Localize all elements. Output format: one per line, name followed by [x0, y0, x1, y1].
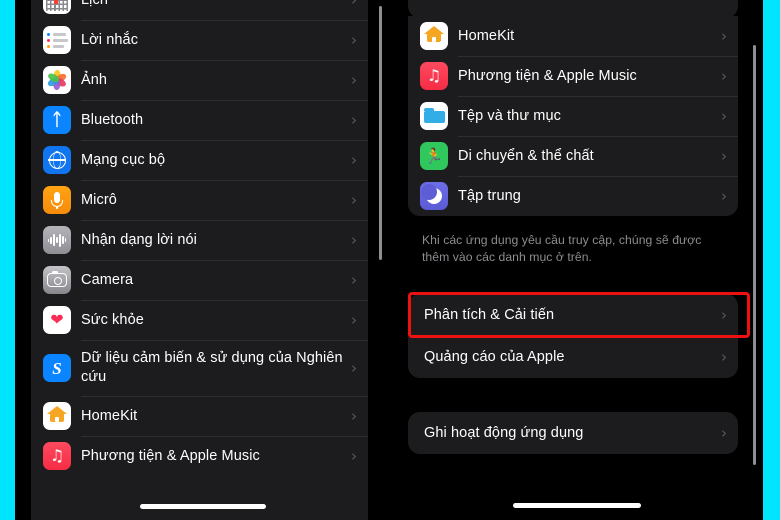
list-item-phuong-tien-apple-music[interactable]: ♫ Phương tiện & Apple Music ›: [408, 56, 738, 96]
microphone-icon: [43, 186, 71, 214]
camera-icon: [43, 266, 71, 294]
row-label: Dữ liệu cảm biến & sử dụng của Nghiên cứ…: [81, 350, 343, 385]
row-label: Tệp và thư mục: [458, 107, 561, 124]
chevron-right-icon: ›: [351, 230, 357, 249]
list-item-di-chuyen-the-chat[interactable]: 🏃 Di chuyển & thể chất ›: [408, 136, 738, 176]
chevron-right-icon: ›: [351, 70, 357, 89]
sidebar-item-du-lieu-nghien-cuu[interactable]: S Dữ liệu cảm biến & sử dụng của Nghiên …: [31, 340, 368, 396]
chevron-right-icon: ›: [721, 106, 727, 125]
sidebar-item-anh[interactable]: Ảnh ›: [31, 60, 368, 100]
reminders-icon: [43, 26, 71, 54]
row-label: Di chuyển & thể chất: [458, 147, 594, 164]
chevron-right-icon: ›: [351, 270, 357, 289]
left-settings-card: Lịch › Lời nhắc ›: [31, 0, 368, 520]
row-label: Nhận dạng lời nói: [81, 231, 198, 248]
list-item-quang-cao-cua-apple[interactable]: Quảng cáo của Apple ›: [408, 336, 738, 378]
sidebar-item-nhan-dang-loi-noi[interactable]: Nhận dạng lời nói ›: [31, 220, 368, 260]
sidebar-item-suc-khoe[interactable]: ❤ Sức khỏe ›: [31, 300, 368, 340]
sidebar-item-nghien-cuu-clipped[interactable]: S Nghiên cứu ›: [408, 0, 738, 6]
left-settings-viewport[interactable]: Lịch › Lời nhắc ›: [15, 0, 390, 520]
chevron-right-icon: ›: [721, 305, 727, 324]
row-label: Phân tích & Cải tiến: [424, 306, 555, 323]
chevron-right-icon: ›: [351, 0, 357, 8]
right-phone-panel: S Nghiên cứu › HomeKit › ♫: [390, 0, 763, 520]
media-apple-music-icon: ♫: [43, 442, 71, 470]
row-label: Lời nhắc: [81, 31, 139, 48]
list-item-phan-tich-cai-tien[interactable]: Phân tích & Cải tiến ›: [408, 294, 738, 336]
sidebar-item-mang-cuc-bo[interactable]: Mạng cục bộ ›: [31, 140, 368, 180]
chevron-right-icon: ›: [721, 66, 727, 85]
chevron-right-icon: ›: [351, 406, 357, 425]
right-settings-viewport[interactable]: S Nghiên cứu › HomeKit › ♫: [390, 0, 763, 520]
row-label: Ảnh: [81, 71, 108, 88]
list-item-ghi-hoat-dong-ung-dung[interactable]: Ghi hoạt động ứng dụng ›: [408, 412, 738, 454]
row-label: Phương tiện & Apple Music: [458, 67, 637, 84]
row-label: Micrô: [81, 191, 117, 208]
chevron-right-icon: ›: [721, 146, 727, 165]
row-label: Ghi hoạt động ứng dụng: [424, 424, 584, 441]
home-indicator: [139, 504, 266, 509]
left-phone-panel: Lịch › Lời nhắc ›: [15, 0, 390, 520]
row-label: HomeKit: [81, 407, 138, 424]
chevron-right-icon: ›: [721, 347, 727, 366]
row-label: Bluetooth: [81, 111, 144, 128]
privacy-caption: Khi các ứng dụng yêu cầu truy cập, chúng…: [422, 233, 702, 264]
home-indicator: [512, 503, 641, 508]
health-icon: ❤: [43, 306, 71, 334]
chevron-right-icon: ›: [351, 150, 357, 169]
homekit-icon: [420, 22, 448, 50]
right-analytics-card: Phân tích & Cải tiến › Quảng cáo của App…: [408, 294, 738, 378]
files-folders-icon: [420, 102, 448, 130]
calendar-icon: [43, 0, 71, 14]
photos-icon: [43, 66, 71, 94]
bluetooth-icon: ᛏ: [43, 106, 71, 134]
chevron-right-icon: ›: [351, 310, 357, 329]
row-label: Quảng cáo của Apple: [424, 348, 565, 365]
chevron-right-icon: ›: [721, 26, 727, 45]
homekit-icon: [43, 402, 71, 430]
chevron-right-icon: ›: [351, 358, 357, 377]
chevron-right-icon: ›: [721, 423, 727, 442]
chevron-right-icon: ›: [721, 186, 727, 205]
row-label: Phương tiện & Apple Music: [81, 447, 260, 464]
right-applog-card: Ghi hoạt động ứng dụng ›: [408, 412, 738, 454]
list-item-tep-va-thu-muc[interactable]: Tệp và thư mục ›: [408, 96, 738, 136]
chevron-right-icon: ›: [351, 30, 357, 49]
row-label: Lịch: [81, 0, 351, 19]
row-label: Camera: [81, 271, 134, 288]
row-label: Mạng cục bộ: [81, 151, 166, 168]
local-network-icon: [43, 146, 71, 174]
row-label: Sức khỏe: [81, 311, 144, 328]
sidebar-item-camera[interactable]: Camera ›: [31, 260, 368, 300]
list-item-homekit[interactable]: HomeKit ›: [408, 16, 738, 56]
speech-recognition-icon: [43, 226, 71, 254]
row-label: HomeKit: [458, 27, 515, 44]
list-item-tap-trung[interactable]: Tập trung ›: [408, 176, 738, 216]
screenshot-stage: Lịch › Lời nhắc ›: [0, 0, 780, 520]
row-label: Tập trung: [458, 187, 521, 204]
right-apps-card: HomeKit › ♫ Phương tiện & Apple Music › …: [408, 16, 738, 216]
sidebar-item-phuong-tien-apple-music[interactable]: ♫ Phương tiện & Apple Music ›: [31, 436, 368, 476]
sidebar-item-loi-nhac[interactable]: Lời nhắc ›: [31, 20, 368, 60]
left-scrollbar[interactable]: [379, 6, 382, 260]
chevron-right-icon: ›: [351, 190, 357, 209]
chevron-right-icon: ›: [351, 110, 357, 129]
row-label: Nghiên cứu: [458, 0, 721, 5]
research-icon: S: [43, 354, 71, 382]
sidebar-item-lich[interactable]: Lịch ›: [31, 0, 368, 20]
sidebar-item-homekit[interactable]: HomeKit ›: [31, 396, 368, 436]
sidebar-item-bluetooth[interactable]: ᛏ Bluetooth ›: [31, 100, 368, 140]
chevron-right-icon: ›: [351, 446, 357, 465]
media-apple-music-icon: ♫: [420, 62, 448, 90]
right-scrollbar[interactable]: [753, 45, 756, 465]
sidebar-item-micro[interactable]: Micrô ›: [31, 180, 368, 220]
motion-fitness-icon: 🏃: [420, 142, 448, 170]
focus-icon: [420, 182, 448, 210]
